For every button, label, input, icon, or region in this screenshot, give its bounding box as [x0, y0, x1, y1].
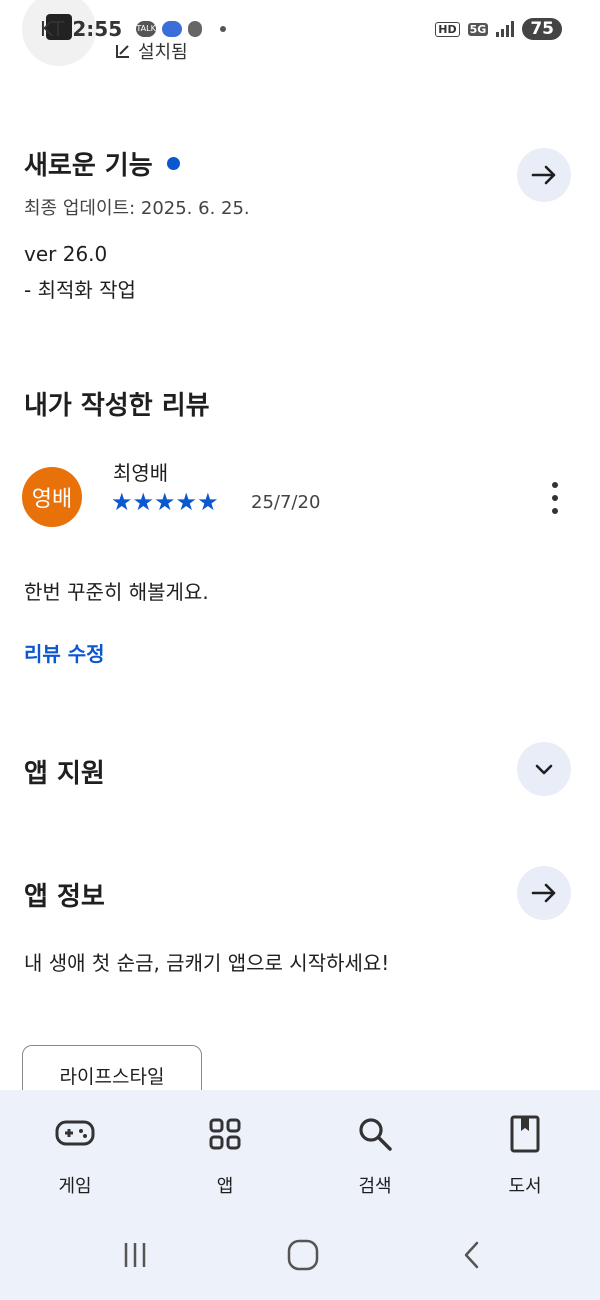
rabbit-notification-icon: [188, 21, 203, 37]
star-rating: ★★★★★: [111, 488, 219, 516]
nav-label-search: 검색: [358, 1176, 392, 1197]
recent-apps-button[interactable]: [115, 1238, 155, 1272]
app-description: 내 생애 첫 순금, 금캐기 앱으로 시작하세요!: [24, 951, 390, 975]
arrow-right-icon: [531, 883, 556, 903]
home-button[interactable]: [283, 1238, 323, 1272]
whats-new-section: 새로운 기능 최종 업데이트: 2025. 6. 25.: [24, 145, 576, 220]
nav-label-books: 도서: [508, 1176, 542, 1197]
nav-item-apps[interactable]: 앱: [150, 1090, 300, 1210]
release-notes: ver 26.0 - 최적화 작업: [24, 242, 576, 303]
version-text: ver 26.0: [24, 242, 108, 266]
system-navigation-bar: [0, 1210, 600, 1300]
release-note-item: - 최적화 작업: [24, 278, 136, 302]
search-icon: [353, 1112, 397, 1156]
review-date: 25/7/20: [251, 492, 321, 513]
reviewer-name: 최영배: [113, 461, 169, 485]
app-info-title: 앱 정보: [24, 882, 105, 912]
my-review-section: 내가 작성한 리뷰: [24, 385, 576, 422]
nav-label-games: 게임: [58, 1176, 92, 1197]
nav-label-apps: 앱: [216, 1176, 234, 1197]
network-badge: 5G: [467, 22, 489, 36]
review-text: 한번 꾸준히 해볼게요.: [24, 580, 209, 604]
bottom-navigation: 게임 앱 검색 도서: [0, 1090, 600, 1210]
edit-review-link[interactable]: 리뷰 수정: [24, 642, 105, 666]
carrier-label: KT: [40, 17, 65, 41]
whats-new-heading[interactable]: 새로운 기능: [24, 145, 576, 182]
app-support-title: 앱 지원: [24, 759, 105, 789]
nav-item-games[interactable]: 게임: [0, 1090, 150, 1210]
hd-badge: HD: [435, 21, 460, 37]
book-icon: [503, 1112, 547, 1156]
app-support-expand-button[interactable]: [517, 742, 571, 796]
recent-apps-icon: [124, 1243, 146, 1267]
new-indicator-dot: [166, 157, 180, 170]
gamepad-icon: [53, 1112, 97, 1156]
whats-new-title: 새로운 기능: [24, 151, 153, 181]
app-info-section: 앱 정보: [24, 876, 576, 913]
back-chevron-icon: [464, 1241, 479, 1269]
nav-item-search[interactable]: 검색: [300, 1090, 450, 1210]
status-bar: KT 2:55 TALK HD 5G 75: [0, 0, 600, 58]
nav-item-books[interactable]: 도서: [450, 1090, 600, 1210]
back-button[interactable]: [452, 1238, 492, 1272]
edit-review-container: 리뷰 수정: [24, 638, 576, 667]
arrow-right-icon: [531, 165, 556, 185]
more-notifications-dot-icon: [220, 26, 227, 32]
app-info-arrow-button[interactable]: [517, 866, 571, 920]
talk-notification-icon: TALK: [136, 21, 157, 37]
review-more-options-icon[interactable]: [542, 478, 568, 518]
signal-icon: [496, 21, 515, 37]
notification-icons: TALK: [136, 21, 203, 37]
battery-indicator: 75: [522, 18, 562, 40]
last-updated: 최종 업데이트: 2025. 6. 25.: [24, 198, 250, 219]
home-icon: [287, 1239, 319, 1271]
apps-grid-icon: [203, 1112, 247, 1156]
app-notification-icon: [162, 21, 183, 37]
avatar: 영배: [22, 467, 82, 527]
clock: 2:55: [72, 17, 123, 41]
chevron-down-icon: [535, 764, 553, 775]
app-support-section: 앱 지원: [24, 753, 576, 790]
my-review-title: 내가 작성한 리뷰: [24, 391, 210, 421]
whats-new-arrow-button[interactable]: [517, 148, 571, 202]
